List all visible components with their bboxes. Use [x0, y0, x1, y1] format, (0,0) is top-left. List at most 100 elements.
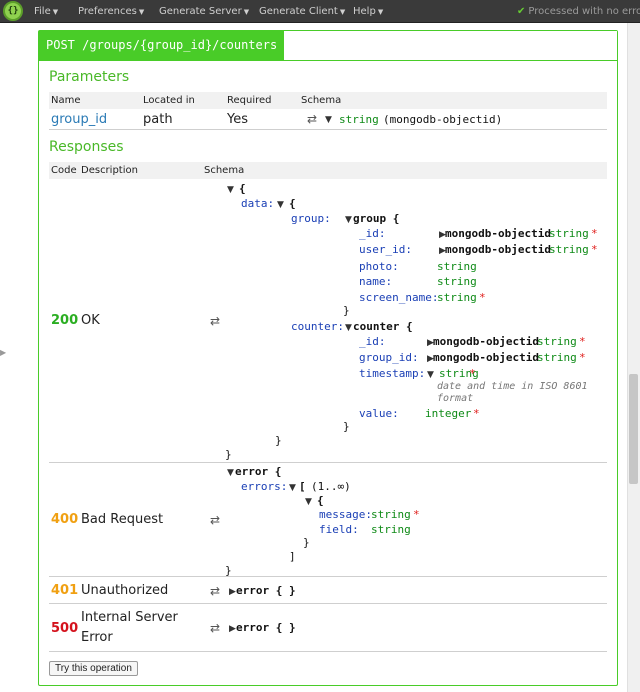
response-code-200: 200	[51, 313, 79, 328]
schema-key-id: _id:	[359, 335, 386, 348]
status-text: Processed with no error	[528, 6, 640, 17]
schema-type-objectid: mongodb-objectid	[433, 335, 539, 348]
menu-help[interactable]: Help ▼	[353, 0, 383, 23]
schema-key-screen-name: screen_name:	[359, 291, 439, 304]
collapse-arrow-icon[interactable]: ▼	[277, 200, 284, 210]
schema-type-string: string	[437, 260, 477, 273]
required-marker: *	[591, 227, 598, 240]
schema-key-errors: errors:	[241, 480, 288, 493]
parameters-table-header: Name Located in Required Schema	[49, 92, 607, 109]
schema-model-error: error {	[235, 465, 282, 478]
scrollbar-track[interactable]	[627, 23, 640, 692]
caret-down-icon: ▼	[52, 8, 59, 16]
schema-key-counter: counter:	[291, 320, 344, 333]
required-marker: *	[469, 367, 476, 380]
col-name: Name	[51, 95, 81, 106]
collapse-arrow-icon[interactable]: ▼	[427, 370, 434, 380]
schema-description: date and time in ISO 8601	[437, 381, 588, 392]
col-required: Required	[227, 95, 272, 106]
schema-type-string: string	[537, 335, 577, 348]
parameters-title: Parameters	[49, 69, 130, 85]
divider	[49, 129, 607, 130]
schema-bracket: ]	[289, 550, 296, 563]
menu-preferences[interactable]: Preferences ▼	[78, 0, 144, 23]
schema-key-value: value:	[359, 407, 399, 420]
expand-arrow-icon[interactable]: ▶	[229, 587, 236, 597]
swap-view-icon[interactable]: ⇄	[210, 513, 220, 527]
schema-type-objectid: mongodb-objectid	[433, 351, 539, 364]
schema-model-group: group {	[353, 212, 400, 225]
caret-down-icon: ▼	[377, 8, 384, 16]
required-marker: *	[479, 291, 486, 304]
menu-generate-server[interactable]: Generate Server ▼	[159, 0, 249, 23]
swap-view-icon[interactable]: ⇄	[210, 621, 220, 635]
schema-key-message: message:	[319, 508, 372, 521]
schema-key-name: name:	[359, 275, 393, 288]
caret-down-icon: ▼	[138, 8, 145, 16]
divider	[49, 576, 607, 577]
collapse-arrow-icon[interactable]: ▼	[305, 497, 312, 507]
menu-generate-client[interactable]: Generate Client ▼	[259, 0, 345, 23]
required-marker: *	[413, 508, 420, 521]
menu-generate-server-label: Generate Server	[159, 6, 242, 17]
response-desc-200: OK	[81, 313, 100, 328]
param-required: Yes	[227, 112, 248, 127]
collapse-arrow-icon[interactable]: ▼	[345, 323, 352, 333]
schema-brace: {	[289, 197, 296, 210]
try-operation-button[interactable]: Try this operation	[49, 661, 138, 676]
response-code-401: 401	[51, 583, 79, 598]
scrollbar-thumb[interactable]	[629, 374, 638, 484]
swap-view-icon[interactable]: ⇄	[210, 584, 220, 598]
collapse-arrow-icon[interactable]: ▼	[227, 468, 234, 478]
required-marker: *	[591, 243, 598, 256]
schema-type-integer: integer	[425, 407, 472, 420]
divider	[49, 462, 607, 463]
collapse-arrow-icon[interactable]: ▼	[345, 215, 352, 225]
col-code: Code	[51, 165, 77, 176]
schema-key-field: field:	[319, 523, 359, 536]
schema-brace: }	[343, 304, 350, 317]
menu-help-label: Help	[353, 6, 376, 17]
response-desc-500: Internal Server	[81, 610, 178, 625]
menu-preferences-label: Preferences	[78, 6, 137, 17]
menu-file[interactable]: File ▼	[34, 0, 58, 23]
schema-key-id: _id:	[359, 227, 386, 240]
collapse-arrow-icon[interactable]: ▼	[227, 185, 234, 195]
param-schema-type: string	[339, 113, 379, 126]
schema-brace: {	[239, 182, 246, 195]
caret-down-icon: ▼	[339, 8, 346, 16]
schema-range: (1..∞)	[311, 480, 351, 493]
divider	[49, 603, 607, 604]
schema-type-string: string	[537, 351, 577, 364]
schema-model-counter: counter {	[353, 320, 413, 333]
swap-view-icon[interactable]: ⇄	[307, 112, 317, 126]
param-schema-format: (mongodb-objectid)	[383, 113, 503, 126]
collapse-arrow-icon[interactable]: ▼	[289, 483, 296, 493]
collapse-arrow-icon[interactable]: ▼	[325, 115, 332, 125]
schema-type-string: string	[437, 291, 477, 304]
operation-header[interactable]: POST /groups/{group_id}/counters	[39, 31, 617, 61]
menu-file-label: File	[34, 6, 51, 17]
schema-description: format	[437, 393, 474, 404]
schema-brace: }	[225, 448, 232, 461]
panel-expand-icon[interactable]: ▶	[0, 346, 6, 360]
schema-key-group-id: group_id:	[359, 351, 419, 364]
schema-type-string: string	[549, 243, 589, 256]
schema-key-photo: photo:	[359, 260, 399, 273]
response-code-500: 500	[51, 621, 79, 636]
col-located-in: Located in	[143, 95, 195, 106]
app-logo: {}	[3, 1, 23, 21]
param-name-group-id[interactable]: group_id	[51, 112, 107, 127]
schema-type-objectid: mongodb-objectid	[445, 243, 551, 256]
schema-key-user-id: user_id:	[359, 243, 412, 256]
schema-bracket: [	[299, 480, 306, 493]
response-desc-401: Unauthorized	[81, 583, 169, 598]
swap-view-icon[interactable]: ⇄	[210, 314, 220, 328]
expand-arrow-icon[interactable]: ▶	[229, 624, 236, 634]
menu-generate-client-label: Generate Client	[259, 6, 338, 17]
schema-key-group: group:	[291, 212, 331, 225]
divider	[49, 651, 607, 652]
schema-brace: }	[275, 434, 282, 447]
response-desc-400: Bad Request	[81, 512, 164, 527]
param-located-in: path	[143, 112, 173, 127]
